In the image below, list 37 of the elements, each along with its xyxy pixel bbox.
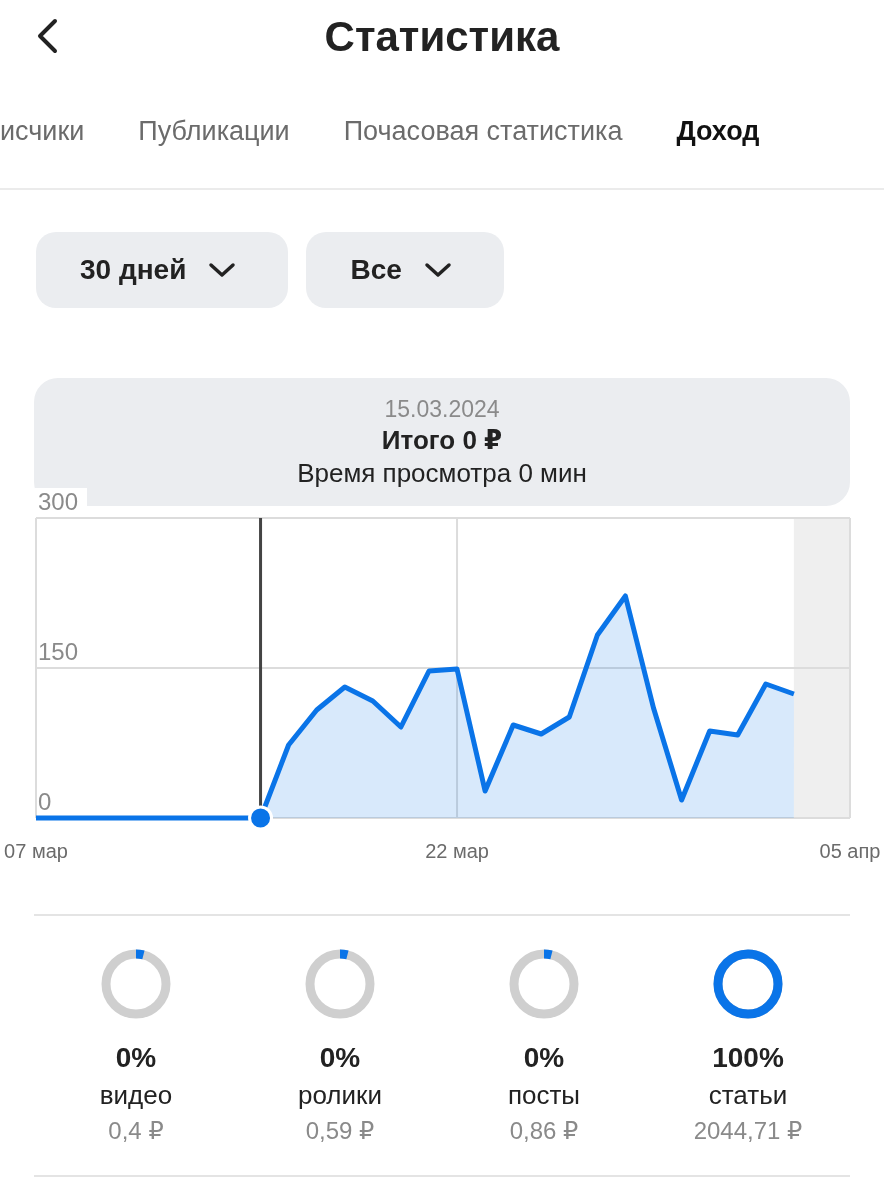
filter-dropdown[interactable]: Все (306, 232, 504, 308)
selected-point (248, 805, 274, 831)
tab[interactable]: исчики (0, 115, 85, 147)
share-donut (508, 948, 580, 1020)
share-category: видео (99, 1080, 173, 1111)
y-axis-label: 300 (38, 488, 79, 515)
share-amount: 0,86 ₽ (509, 1117, 579, 1145)
share-category: ролики (298, 1080, 382, 1111)
share-percent: 0% (319, 1042, 361, 1074)
share-amount: 0,4 ₽ (108, 1117, 164, 1145)
share-percent: 0% (115, 1042, 157, 1074)
share-amount: 2044,71 ₽ (693, 1117, 803, 1145)
back-icon (36, 18, 58, 54)
y-axis-label: 0 (38, 788, 52, 815)
chevron-down-icon (208, 262, 237, 278)
filter-dropdown[interactable]: 30 дней (36, 232, 289, 308)
x-axis-label: 22 мар (425, 840, 489, 862)
watch-time: Время просмотра 0 мин (297, 457, 587, 489)
x-axis-label: 05 апр (819, 840, 881, 862)
share-category: статьи (708, 1080, 788, 1111)
share-percent: 0% (523, 1042, 565, 1074)
back-button[interactable] (36, 18, 58, 54)
tab[interactable]: Доход (676, 115, 760, 147)
share-amount: 0,59 ₽ (305, 1117, 375, 1145)
share-donut (304, 948, 376, 1020)
share-donut (100, 948, 172, 1020)
tab[interactable]: Публикации (138, 115, 290, 147)
page-title: Статистика (324, 13, 560, 61)
summary-date: 15.03.2024 (384, 395, 500, 423)
chevron-down-icon (423, 262, 452, 278)
tab[interactable]: Почасовая статистика (343, 115, 623, 147)
y-axis-label: 150 (38, 638, 79, 665)
share-percent: 100% (712, 1042, 784, 1074)
share-donut (712, 948, 784, 1020)
share-category: посты (507, 1080, 581, 1111)
x-axis-label: 07 мар (4, 840, 68, 862)
summary-total: Итого 0 ₽ (381, 424, 503, 456)
